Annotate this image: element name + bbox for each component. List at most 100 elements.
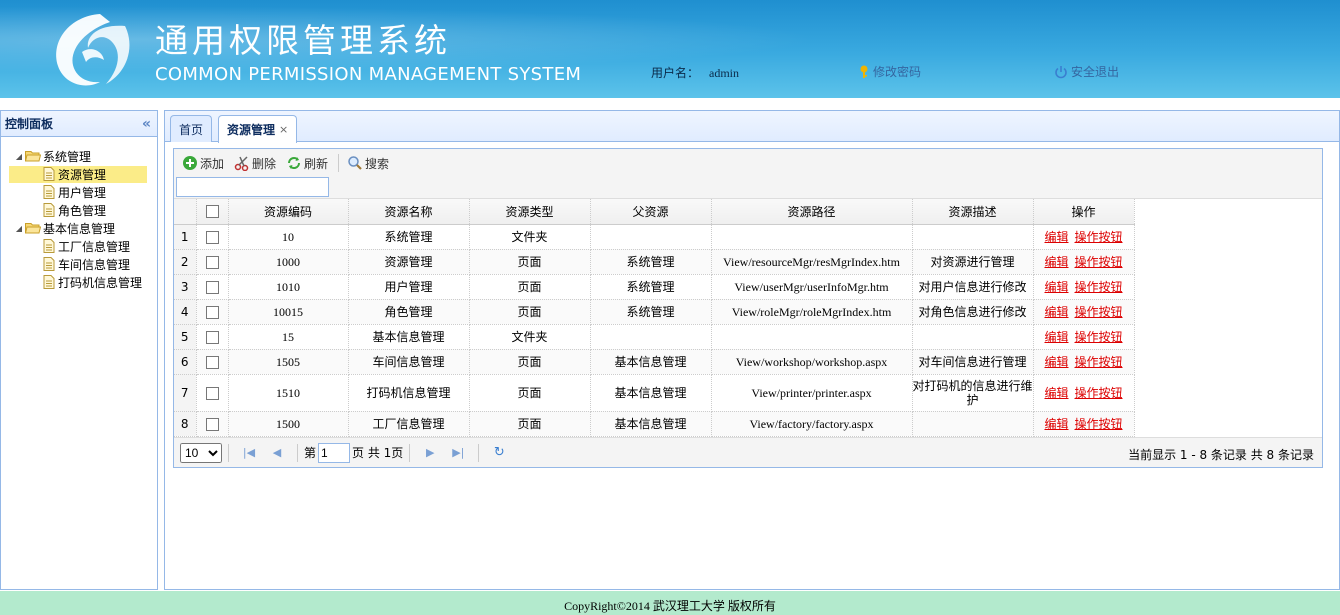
expand-arrow-icon[interactable]: ◢: [13, 152, 25, 161]
cell-actions: 编辑 操作按钮: [1033, 224, 1135, 250]
file-icon: [43, 257, 55, 271]
col-header-code[interactable]: 资源编码: [228, 199, 349, 225]
row-number: 3: [174, 274, 197, 300]
cell-actions: 编辑 操作按钮: [1033, 274, 1135, 300]
tree-item-resource-mgmt[interactable]: 资源管理: [1, 165, 157, 183]
edit-link[interactable]: 编辑: [1044, 355, 1068, 369]
cell-type: 页面: [469, 299, 591, 325]
cell-type: 文件夹: [469, 324, 591, 350]
edit-link[interactable]: 编辑: [1044, 305, 1068, 319]
cell-desc: [912, 324, 1034, 350]
cell-path: View/factory/factory.aspx: [711, 411, 913, 437]
cell-name: 基本信息管理: [348, 324, 470, 350]
file-icon: [43, 239, 55, 253]
first-page-icon[interactable]: |◀: [241, 446, 257, 459]
row-checkbox[interactable]: [196, 349, 229, 375]
table-row[interactable]: 4 10015 角色管理 页面 系统管理 View/roleMgr/roleMgrInde…: [174, 299, 1135, 325]
edit-link[interactable]: 编辑: [1044, 280, 1068, 294]
tab-resource-mgmt[interactable]: 资源管理 ×: [218, 115, 298, 143]
col-header-parent[interactable]: 父资源: [590, 199, 712, 225]
table-row[interactable]: 3 1010 用户管理 页面 系统管理 View/userMgr/userInfoMgr.…: [174, 274, 1135, 300]
op-buttons-link[interactable]: 操作按钮: [1075, 280, 1123, 294]
tab-home[interactable]: 首页: [170, 115, 213, 142]
cell-actions: 编辑 操作按钮: [1033, 299, 1135, 325]
edit-link[interactable]: 编辑: [1044, 417, 1068, 431]
search-button[interactable]: 搜索: [347, 155, 389, 172]
row-checkbox[interactable]: [196, 274, 229, 300]
row-checkbox[interactable]: [196, 299, 229, 325]
table-row[interactable]: 5 15 基本信息管理 文件夹 编辑 操作按钮: [174, 324, 1135, 350]
reload-icon[interactable]: ↻: [491, 445, 507, 460]
row-number: 4: [174, 299, 197, 325]
edit-link[interactable]: 编辑: [1044, 230, 1068, 244]
control-panel-header: 控制面板 «: [1, 111, 157, 137]
cell-type: 页面: [469, 349, 591, 375]
close-tab-icon[interactable]: ×: [279, 123, 288, 136]
tree-group-basic-info[interactable]: ◢ 基本信息管理: [1, 219, 157, 237]
delete-button[interactable]: 删除: [234, 155, 276, 172]
last-page-icon[interactable]: ▶|: [450, 446, 466, 459]
search-input[interactable]: [176, 177, 329, 197]
op-buttons-link[interactable]: 操作按钮: [1075, 305, 1123, 319]
tabs-bar: 首页 资源管理 ×: [165, 111, 1339, 143]
cell-path: [711, 224, 913, 250]
cell-actions: 编辑 操作按钮: [1033, 349, 1135, 375]
col-header-path[interactable]: 资源路径: [711, 199, 913, 225]
cell-parent: 系统管理: [590, 249, 712, 275]
edit-link[interactable]: 编辑: [1044, 255, 1068, 269]
file-icon: [43, 185, 55, 199]
edit-link[interactable]: 编辑: [1044, 386, 1068, 400]
col-header-type[interactable]: 资源类型: [469, 199, 591, 225]
add-button[interactable]: 添加: [182, 155, 224, 172]
table-row[interactable]: 1 10 系统管理 文件夹 编辑 操作按钮: [174, 224, 1135, 250]
op-buttons-link[interactable]: 操作按钮: [1075, 230, 1123, 244]
row-number: 5: [174, 324, 197, 350]
page-prefix: 第: [304, 446, 317, 460]
row-checkbox[interactable]: [196, 249, 229, 275]
cell-path: View/userMgr/userInfoMgr.htm: [711, 274, 913, 300]
op-buttons-link[interactable]: 操作按钮: [1075, 386, 1123, 400]
collapse-icon[interactable]: «: [142, 116, 151, 132]
next-page-icon[interactable]: ▶: [422, 446, 438, 459]
op-buttons-link[interactable]: 操作按钮: [1075, 330, 1123, 344]
logout-link[interactable]: 安全退出: [1054, 63, 1119, 80]
tree-group-system[interactable]: ◢ 系统管理: [1, 147, 157, 165]
row-checkbox[interactable]: [196, 324, 229, 350]
expand-arrow-icon[interactable]: ◢: [13, 224, 25, 233]
file-icon: [43, 167, 55, 181]
row-checkbox[interactable]: [196, 411, 229, 437]
col-header-desc[interactable]: 资源描述: [912, 199, 1034, 225]
cell-desc: 对资源进行管理: [912, 249, 1034, 275]
prev-page-icon[interactable]: ◀: [269, 446, 285, 459]
pagination-bar: 10 |◀ ◀ 第 页 共 1页 ▶ ▶| ↻ 当前显示 1 - 8 条记录 共…: [174, 437, 1322, 467]
cell-type: 页面: [469, 374, 591, 412]
row-checkbox[interactable]: [196, 224, 229, 250]
select-all-checkbox[interactable]: [196, 199, 229, 225]
tree-item-role-mgmt[interactable]: 角色管理: [1, 201, 157, 219]
cell-desc: 对车间信息进行管理: [912, 349, 1034, 375]
table-row[interactable]: 7 1510 打码机信息管理 页面 基本信息管理 View/printer/printer…: [174, 374, 1135, 412]
resource-datagrid: 添加 删除 刷新 搜索 资源编码 资源名称 资源类型 父资源 资源路径 资源描述…: [173, 148, 1323, 468]
row-checkbox[interactable]: [196, 374, 229, 412]
key-icon: [860, 65, 868, 78]
op-buttons-link[interactable]: 操作按钮: [1075, 355, 1123, 369]
op-buttons-link[interactable]: 操作按钮: [1075, 255, 1123, 269]
cell-parent: 系统管理: [590, 299, 712, 325]
table-row[interactable]: 2 1000 资源管理 页面 系统管理 View/resourceMgr/resMgrIn…: [174, 249, 1135, 275]
tree-item-factory-mgmt[interactable]: 工厂信息管理: [1, 237, 157, 255]
edit-link[interactable]: 编辑: [1044, 330, 1068, 344]
table-row[interactable]: 6 1505 车间信息管理 页面 基本信息管理 View/workshop/worksho…: [174, 349, 1135, 375]
page-number-input[interactable]: [318, 442, 351, 463]
tree-item-workshop-mgmt[interactable]: 车间信息管理: [1, 255, 157, 273]
tree-item-printer-mgmt[interactable]: 打码机信息管理: [1, 273, 157, 291]
page-size-select[interactable]: 10: [180, 442, 222, 463]
tree-item-user-mgmt[interactable]: 用户管理: [1, 183, 157, 201]
app-title: 通用权限管理系统: [155, 21, 451, 60]
table-row[interactable]: 8 1500 工厂信息管理 页面 基本信息管理 View/factory/factory.…: [174, 411, 1135, 437]
col-header-name[interactable]: 资源名称: [348, 199, 470, 225]
page-suffix: 页 共 1页: [352, 446, 404, 460]
cell-code: 10015: [228, 299, 349, 325]
op-buttons-link[interactable]: 操作按钮: [1075, 417, 1123, 431]
change-password-link[interactable]: 修改密码: [858, 63, 921, 80]
refresh-button[interactable]: 刷新: [286, 155, 328, 172]
